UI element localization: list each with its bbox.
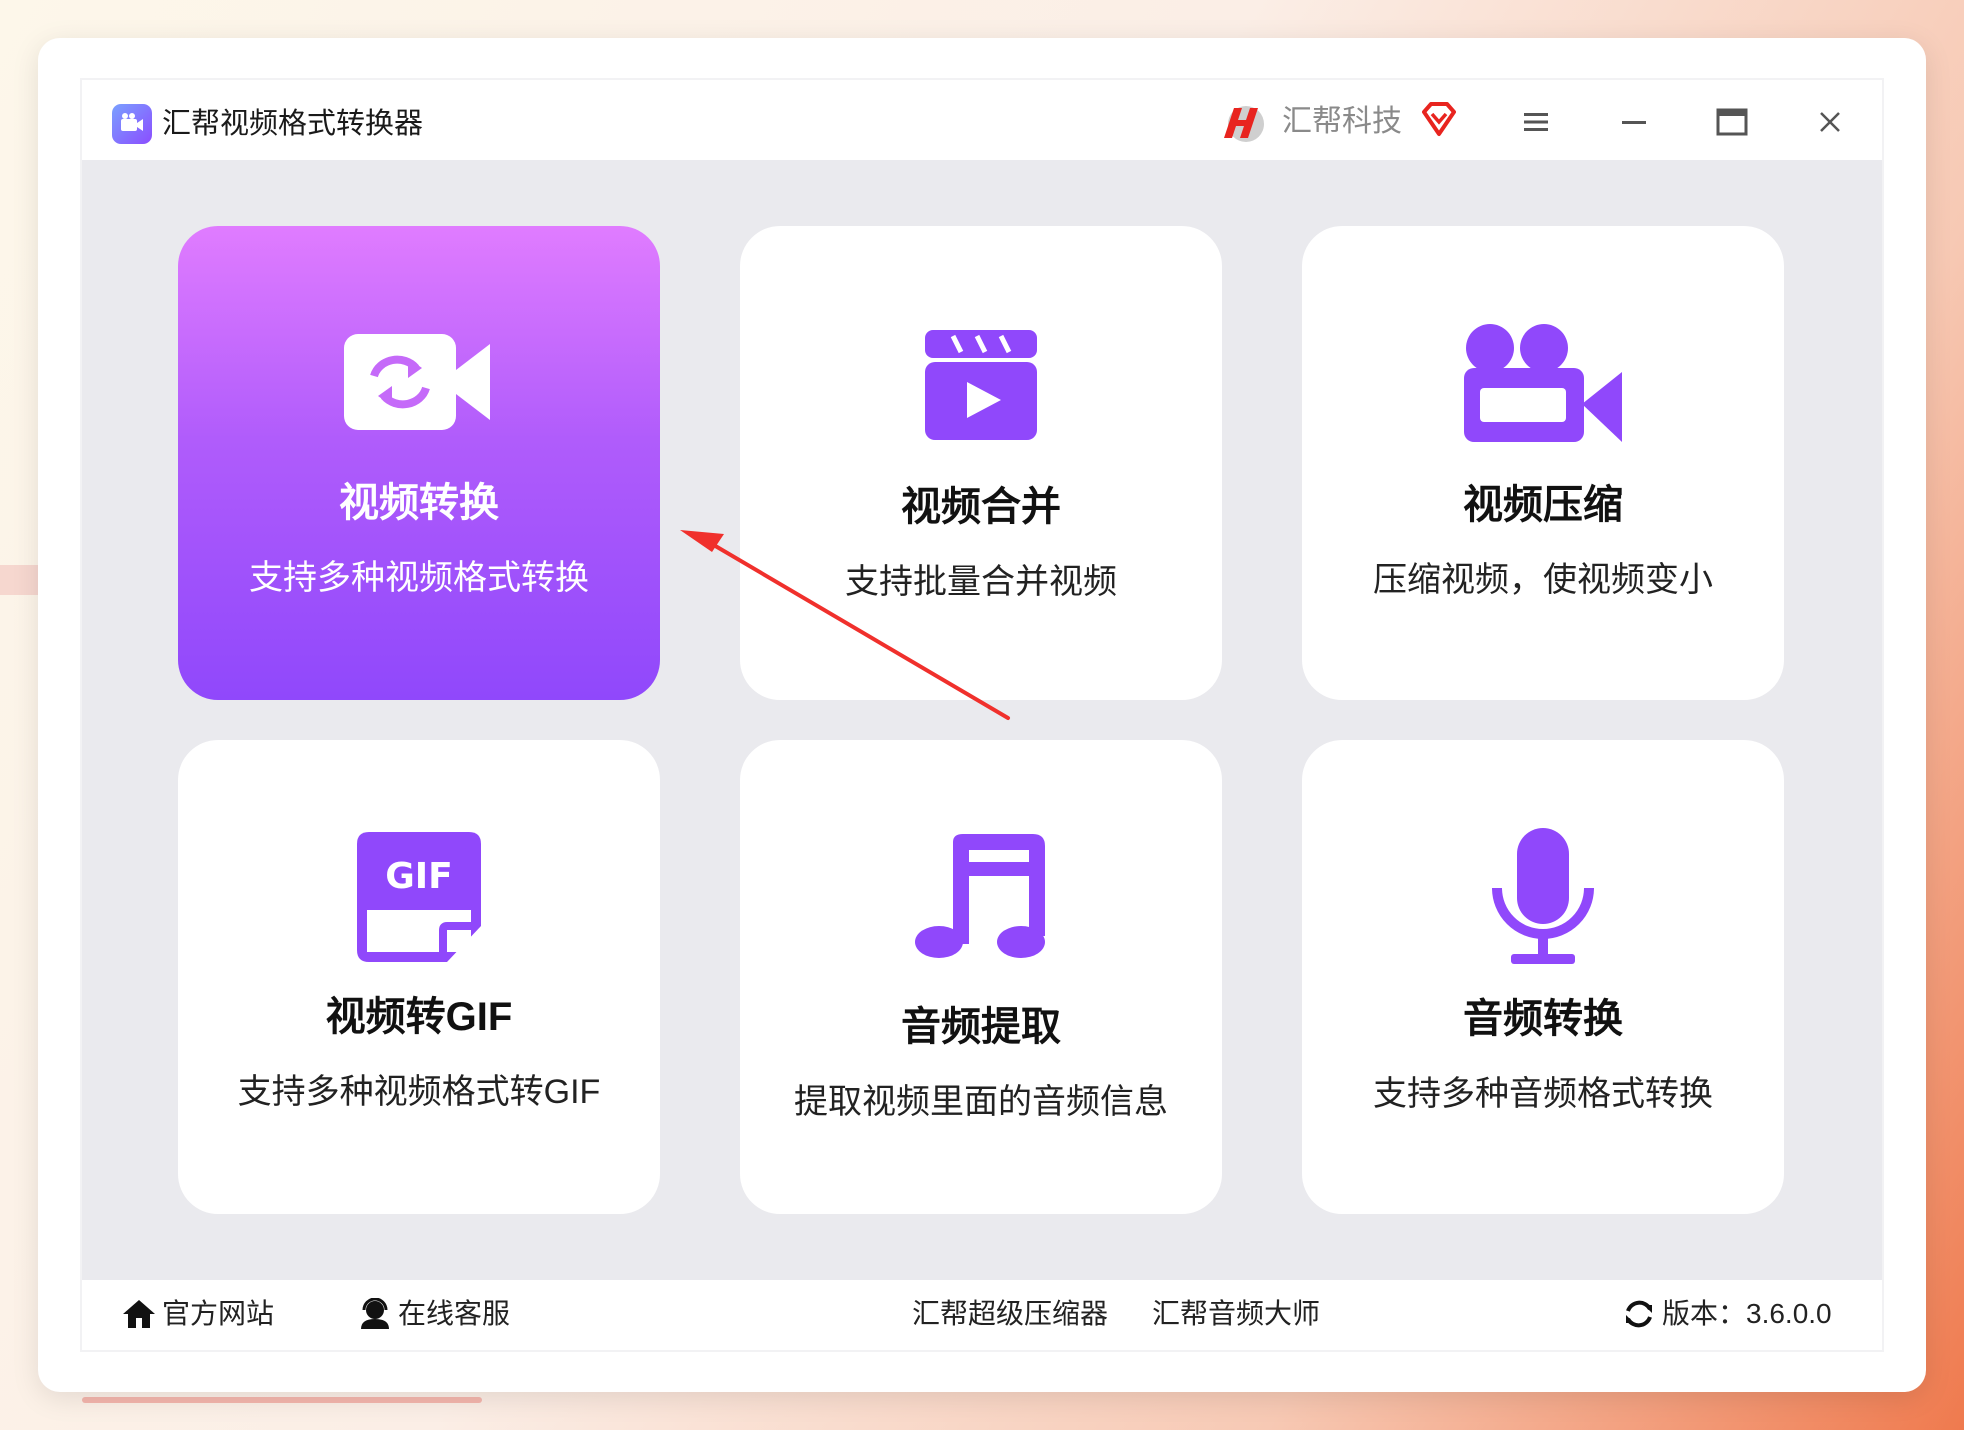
hamburger-icon xyxy=(1524,113,1548,131)
brand-name: 汇帮科技 xyxy=(1282,105,1402,138)
card-title: 视频压缩 xyxy=(1463,483,1623,527)
card-description: 支持多种视频格式转换 xyxy=(249,559,589,597)
app-content: 汇帮视频格式转换器 汇帮科技 视频转换 支持多种视频格式转换 视频合并 支持批量… xyxy=(82,80,1882,1350)
menu-button[interactable] xyxy=(1514,100,1558,144)
card-title: 视频转GIF xyxy=(325,995,513,1039)
card-description: 支持批量合并视频 xyxy=(845,563,1117,601)
version-info[interactable]: 版本：3.6.0.0 xyxy=(1622,1292,1832,1336)
card-title: 音频提取 xyxy=(901,1005,1061,1049)
card-audio-convert[interactable]: 音频转换 支持多种音频格式转换 xyxy=(1302,740,1784,1214)
brand-logo-icon xyxy=(1220,98,1268,146)
card-title: 视频合并 xyxy=(901,485,1061,529)
maximize-button[interactable] xyxy=(1710,100,1754,144)
online-support-label: 在线客服 xyxy=(398,1298,511,1329)
card-description: 支持多种音频格式转换 xyxy=(1373,1075,1713,1113)
card-video-compress[interactable]: 视频压缩 压缩视频，使视频变小 xyxy=(1302,226,1784,700)
footer-bar: 官方网站 在线客服 汇帮超级压缩器 汇帮音频大师 版本：3.6.0.0 xyxy=(82,1280,1882,1350)
microphone-icon xyxy=(1302,826,1784,968)
svg-text:GIF: GIF xyxy=(385,856,453,897)
refresh-icon xyxy=(1626,1300,1652,1328)
minimize-icon xyxy=(1622,121,1646,124)
card-description: 支持多种视频格式转GIF xyxy=(237,1073,601,1111)
app-title: 汇帮视频格式转换器 xyxy=(162,108,424,140)
home-icon xyxy=(123,1300,155,1328)
card-title: 音频转换 xyxy=(1463,997,1623,1041)
title-bar: 汇帮视频格式转换器 汇帮科技 xyxy=(82,80,1882,160)
music-note-icon xyxy=(740,832,1222,962)
version-label: 版本：3.6.0.0 xyxy=(1662,1298,1832,1329)
minimize-button[interactable] xyxy=(1612,100,1656,144)
card-description: 提取视频里面的音频信息 xyxy=(794,1083,1168,1121)
card-audio-extract[interactable]: 音频提取 提取视频里面的音频信息 xyxy=(740,740,1222,1214)
clapperboard-icon xyxy=(740,328,1222,442)
close-icon xyxy=(1820,112,1840,132)
maximize-icon xyxy=(1716,108,1748,136)
background-bar xyxy=(82,1397,482,1403)
super-compressor-link[interactable]: 汇帮超级压缩器 xyxy=(912,1292,1108,1336)
card-video-merge[interactable]: 视频合并 支持批量合并视频 xyxy=(740,226,1222,700)
card-title: 视频转换 xyxy=(339,481,499,525)
close-button[interactable] xyxy=(1808,100,1852,144)
video-convert-icon xyxy=(178,332,660,432)
online-support-link[interactable]: 在线客服 xyxy=(358,1292,510,1336)
movie-camera-icon xyxy=(1302,322,1784,444)
audio-master-link[interactable]: 汇帮音频大师 xyxy=(1152,1292,1320,1336)
official-website-link[interactable]: 官方网站 xyxy=(122,1292,274,1336)
official-website-label: 官方网站 xyxy=(162,1298,275,1329)
card-video-to-gif[interactable]: GIF 视频转GIF 支持多种视频格式转GIF xyxy=(178,740,660,1214)
gif-file-icon: GIF xyxy=(178,830,660,966)
app-logo-icon xyxy=(112,104,152,144)
app-window: 汇帮视频格式转换器 汇帮科技 视频转换 支持多种视频格式转换 视频合并 支持批量… xyxy=(38,38,1926,1392)
background-strip xyxy=(0,565,40,595)
vip-diamond-icon[interactable] xyxy=(1420,100,1458,138)
card-description: 压缩视频，使视频变小 xyxy=(1373,561,1713,599)
card-video-convert[interactable]: 视频转换 支持多种视频格式转换 xyxy=(178,226,660,700)
customer-service-icon xyxy=(361,1298,389,1329)
